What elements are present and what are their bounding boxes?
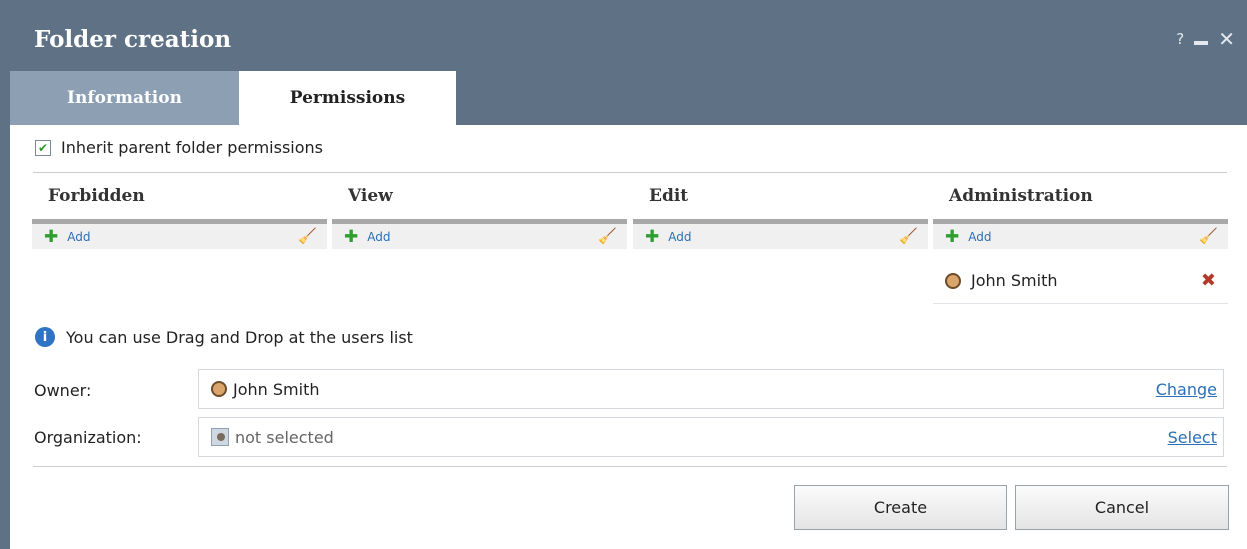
organization-value: not selected: [235, 427, 334, 447]
select-organization-link[interactable]: Select: [1168, 428, 1217, 447]
inherit-checkbox[interactable]: ✔: [35, 139, 51, 156]
add-button[interactable]: Add: [668, 230, 691, 244]
folder-creation-dialog: Folder creation ? ✕ Information Permissi…: [10, 0, 1247, 549]
organization-icon: [211, 428, 229, 446]
clear-broom-icon[interactable]: 🧹: [298, 227, 317, 245]
owner-label: Owner:: [34, 381, 92, 400]
add-button[interactable]: Add: [67, 230, 90, 244]
close-icon[interactable]: ✕: [1218, 29, 1235, 49]
column-toolbar: ✚ Add 🧹: [633, 224, 928, 249]
column-forbidden: Forbidden ✚ Add 🧹: [32, 172, 327, 249]
add-button[interactable]: Add: [367, 230, 390, 244]
window-edge: [0, 0, 10, 549]
plus-icon[interactable]: ✚: [44, 228, 58, 245]
column-toolbar: ✚ Add 🧹: [32, 224, 327, 249]
column-header: Edit: [649, 186, 689, 206]
clear-broom-icon[interactable]: 🧹: [899, 227, 918, 245]
cancel-button[interactable]: Cancel: [1015, 485, 1229, 530]
help-icon[interactable]: ?: [1176, 30, 1184, 48]
user-icon: [945, 272, 961, 289]
column-view: View ✚ Add 🧹: [332, 172, 627, 249]
hint-text: You can use Drag and Drop at the users l…: [66, 327, 413, 347]
user-name: John Smith: [971, 271, 1058, 290]
drag-drop-hint: i You can use Drag and Drop at the users…: [35, 327, 413, 347]
remove-icon[interactable]: ✖: [1201, 270, 1216, 291]
inherit-permissions-row[interactable]: ✔ Inherit parent folder permissions: [35, 138, 323, 157]
organization-field: not selected Select: [198, 417, 1224, 457]
column-toolbar: ✚ Add 🧹: [332, 224, 627, 249]
info-icon: i: [35, 327, 55, 347]
column-toolbar: ✚ Add 🧹: [933, 224, 1228, 249]
column-header: Forbidden: [48, 186, 145, 206]
plus-icon[interactable]: ✚: [645, 228, 659, 245]
window-controls: ? ✕: [1176, 29, 1235, 49]
column-header: Administration: [949, 186, 1093, 206]
tab-permissions[interactable]: Permissions: [239, 71, 456, 125]
divider: [33, 466, 1227, 467]
plus-icon[interactable]: ✚: [344, 228, 358, 245]
organization-label: Organization:: [34, 428, 142, 447]
column-header: View: [348, 186, 393, 206]
owner-field: John Smith Change: [198, 369, 1224, 409]
clear-broom-icon[interactable]: 🧹: [1199, 227, 1218, 245]
owner-value: John Smith: [233, 379, 320, 399]
minimize-icon[interactable]: [1194, 41, 1209, 45]
plus-icon[interactable]: ✚: [945, 228, 959, 245]
tab-information[interactable]: Information: [10, 71, 239, 125]
list-item[interactable]: John Smith ✖: [933, 258, 1228, 304]
column-administration: Administration ✚ Add 🧹: [933, 172, 1228, 249]
dialog-title: Folder creation: [34, 26, 232, 53]
clear-broom-icon[interactable]: 🧹: [598, 227, 617, 245]
inherit-label: Inherit parent folder permissions: [61, 138, 323, 157]
change-owner-link[interactable]: Change: [1156, 380, 1217, 399]
create-button[interactable]: Create: [794, 485, 1007, 530]
column-edit: Edit ✚ Add 🧹: [633, 172, 928, 249]
user-icon: [211, 381, 227, 397]
add-button[interactable]: Add: [968, 230, 991, 244]
title-bar: Folder creation ? ✕ Information Permissi…: [10, 0, 1247, 125]
